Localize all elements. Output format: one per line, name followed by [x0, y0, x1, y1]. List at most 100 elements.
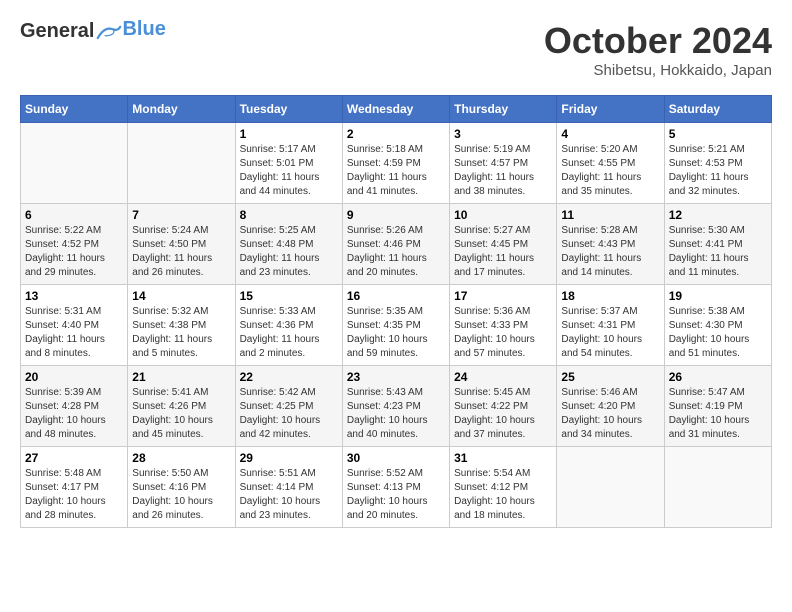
sunrise-text: Sunrise: 5:38 AM: [669, 305, 767, 319]
calendar-cell: 14Sunrise: 5:32 AMSunset: 4:38 PMDayligh…: [128, 285, 235, 366]
weekday-header-wednesday: Wednesday: [342, 96, 449, 123]
sunrise-text: Sunrise: 5:20 AM: [561, 143, 659, 157]
sunset-text: Sunset: 4:36 PM: [240, 319, 338, 333]
calendar-cell: [21, 123, 128, 204]
sunset-text: Sunset: 4:13 PM: [347, 481, 445, 495]
sunrise-text: Sunrise: 5:41 AM: [132, 386, 230, 400]
daylight-text: Daylight: 11 hours and 38 minutes.: [454, 171, 552, 199]
day-number: 26: [669, 370, 767, 384]
daylight-text: Daylight: 11 hours and 5 minutes.: [132, 333, 230, 361]
daylight-text: Daylight: 11 hours and 20 minutes.: [347, 252, 445, 280]
sunset-text: Sunset: 4:33 PM: [454, 319, 552, 333]
day-info: Sunrise: 5:30 AMSunset: 4:41 PMDaylight:…: [669, 224, 767, 280]
calendar-cell: 3Sunrise: 5:19 AMSunset: 4:57 PMDaylight…: [450, 123, 557, 204]
daylight-text: Daylight: 11 hours and 2 minutes.: [240, 333, 338, 361]
calendar-cell: 12Sunrise: 5:30 AMSunset: 4:41 PMDayligh…: [664, 204, 771, 285]
calendar-cell: 24Sunrise: 5:45 AMSunset: 4:22 PMDayligh…: [450, 366, 557, 447]
sunset-text: Sunset: 4:43 PM: [561, 238, 659, 252]
sunrise-text: Sunrise: 5:18 AM: [347, 143, 445, 157]
sunrise-text: Sunrise: 5:32 AM: [132, 305, 230, 319]
daylight-text: Daylight: 10 hours and 31 minutes.: [669, 414, 767, 442]
sunrise-text: Sunrise: 5:42 AM: [240, 386, 338, 400]
daylight-text: Daylight: 11 hours and 8 minutes.: [25, 333, 123, 361]
sunrise-text: Sunrise: 5:47 AM: [669, 386, 767, 400]
logo-bird-icon: [96, 22, 122, 42]
calendar-cell: 5Sunrise: 5:21 AMSunset: 4:53 PMDaylight…: [664, 123, 771, 204]
logo: General Blue: [20, 20, 166, 42]
sunrise-text: Sunrise: 5:45 AM: [454, 386, 552, 400]
day-number: 17: [454, 289, 552, 303]
calendar-cell: 8Sunrise: 5:25 AMSunset: 4:48 PMDaylight…: [235, 204, 342, 285]
calendar-cell: 6Sunrise: 5:22 AMSunset: 4:52 PMDaylight…: [21, 204, 128, 285]
sunset-text: Sunset: 4:45 PM: [454, 238, 552, 252]
calendar-cell: 2Sunrise: 5:18 AMSunset: 4:59 PMDaylight…: [342, 123, 449, 204]
calendar-table: SundayMondayTuesdayWednesdayThursdayFrid…: [20, 95, 772, 528]
sunrise-text: Sunrise: 5:33 AM: [240, 305, 338, 319]
daylight-text: Daylight: 10 hours and 57 minutes.: [454, 333, 552, 361]
daylight-text: Daylight: 10 hours and 40 minutes.: [347, 414, 445, 442]
daylight-text: Daylight: 10 hours and 34 minutes.: [561, 414, 659, 442]
sunset-text: Sunset: 4:17 PM: [25, 481, 123, 495]
daylight-text: Daylight: 10 hours and 26 minutes.: [132, 495, 230, 523]
sunrise-text: Sunrise: 5:19 AM: [454, 143, 552, 157]
calendar-cell: 22Sunrise: 5:42 AMSunset: 4:25 PMDayligh…: [235, 366, 342, 447]
calendar-cell: 18Sunrise: 5:37 AMSunset: 4:31 PMDayligh…: [557, 285, 664, 366]
calendar-cell: [128, 123, 235, 204]
sunset-text: Sunset: 4:25 PM: [240, 400, 338, 414]
day-info: Sunrise: 5:32 AMSunset: 4:38 PMDaylight:…: [132, 305, 230, 361]
sunrise-text: Sunrise: 5:37 AM: [561, 305, 659, 319]
sunset-text: Sunset: 4:16 PM: [132, 481, 230, 495]
daylight-text: Daylight: 10 hours and 23 minutes.: [240, 495, 338, 523]
weekday-header-monday: Monday: [128, 96, 235, 123]
daylight-text: Daylight: 11 hours and 35 minutes.: [561, 171, 659, 199]
daylight-text: Daylight: 10 hours and 37 minutes.: [454, 414, 552, 442]
sunset-text: Sunset: 4:46 PM: [347, 238, 445, 252]
calendar-cell: 7Sunrise: 5:24 AMSunset: 4:50 PMDaylight…: [128, 204, 235, 285]
sunset-text: Sunset: 4:40 PM: [25, 319, 123, 333]
day-number: 13: [25, 289, 123, 303]
weekday-header-thursday: Thursday: [450, 96, 557, 123]
day-number: 5: [669, 127, 767, 141]
day-number: 16: [347, 289, 445, 303]
daylight-text: Daylight: 11 hours and 11 minutes.: [669, 252, 767, 280]
day-info: Sunrise: 5:45 AMSunset: 4:22 PMDaylight:…: [454, 386, 552, 442]
daylight-text: Daylight: 10 hours and 42 minutes.: [240, 414, 338, 442]
day-info: Sunrise: 5:27 AMSunset: 4:45 PMDaylight:…: [454, 224, 552, 280]
day-info: Sunrise: 5:54 AMSunset: 4:12 PMDaylight:…: [454, 467, 552, 523]
day-number: 1: [240, 127, 338, 141]
day-number: 4: [561, 127, 659, 141]
sunset-text: Sunset: 4:31 PM: [561, 319, 659, 333]
day-info: Sunrise: 5:52 AMSunset: 4:13 PMDaylight:…: [347, 467, 445, 523]
sunrise-text: Sunrise: 5:48 AM: [25, 467, 123, 481]
sunset-text: Sunset: 4:35 PM: [347, 319, 445, 333]
day-info: Sunrise: 5:36 AMSunset: 4:33 PMDaylight:…: [454, 305, 552, 361]
day-info: Sunrise: 5:39 AMSunset: 4:28 PMDaylight:…: [25, 386, 123, 442]
daylight-text: Daylight: 11 hours and 29 minutes.: [25, 252, 123, 280]
sunset-text: Sunset: 4:52 PM: [25, 238, 123, 252]
sunset-text: Sunset: 4:48 PM: [240, 238, 338, 252]
sunset-text: Sunset: 4:20 PM: [561, 400, 659, 414]
weekday-header-saturday: Saturday: [664, 96, 771, 123]
daylight-text: Daylight: 11 hours and 26 minutes.: [132, 252, 230, 280]
day-number: 11: [561, 208, 659, 222]
daylight-text: Daylight: 10 hours and 18 minutes.: [454, 495, 552, 523]
daylight-text: Daylight: 11 hours and 41 minutes.: [347, 171, 445, 199]
day-number: 21: [132, 370, 230, 384]
day-info: Sunrise: 5:42 AMSunset: 4:25 PMDaylight:…: [240, 386, 338, 442]
day-info: Sunrise: 5:47 AMSunset: 4:19 PMDaylight:…: [669, 386, 767, 442]
sunrise-text: Sunrise: 5:26 AM: [347, 224, 445, 238]
day-number: 28: [132, 451, 230, 465]
calendar-cell: 21Sunrise: 5:41 AMSunset: 4:26 PMDayligh…: [128, 366, 235, 447]
day-info: Sunrise: 5:33 AMSunset: 4:36 PMDaylight:…: [240, 305, 338, 361]
calendar-cell: 29Sunrise: 5:51 AMSunset: 4:14 PMDayligh…: [235, 447, 342, 528]
day-info: Sunrise: 5:20 AMSunset: 4:55 PMDaylight:…: [561, 143, 659, 199]
calendar-cell: 31Sunrise: 5:54 AMSunset: 4:12 PMDayligh…: [450, 447, 557, 528]
calendar-cell: 27Sunrise: 5:48 AMSunset: 4:17 PMDayligh…: [21, 447, 128, 528]
sunrise-text: Sunrise: 5:28 AM: [561, 224, 659, 238]
sunset-text: Sunset: 4:55 PM: [561, 157, 659, 171]
sunrise-text: Sunrise: 5:46 AM: [561, 386, 659, 400]
sunrise-text: Sunrise: 5:31 AM: [25, 305, 123, 319]
calendar-cell: 30Sunrise: 5:52 AMSunset: 4:13 PMDayligh…: [342, 447, 449, 528]
calendar-cell: 25Sunrise: 5:46 AMSunset: 4:20 PMDayligh…: [557, 366, 664, 447]
sunrise-text: Sunrise: 5:17 AM: [240, 143, 338, 157]
